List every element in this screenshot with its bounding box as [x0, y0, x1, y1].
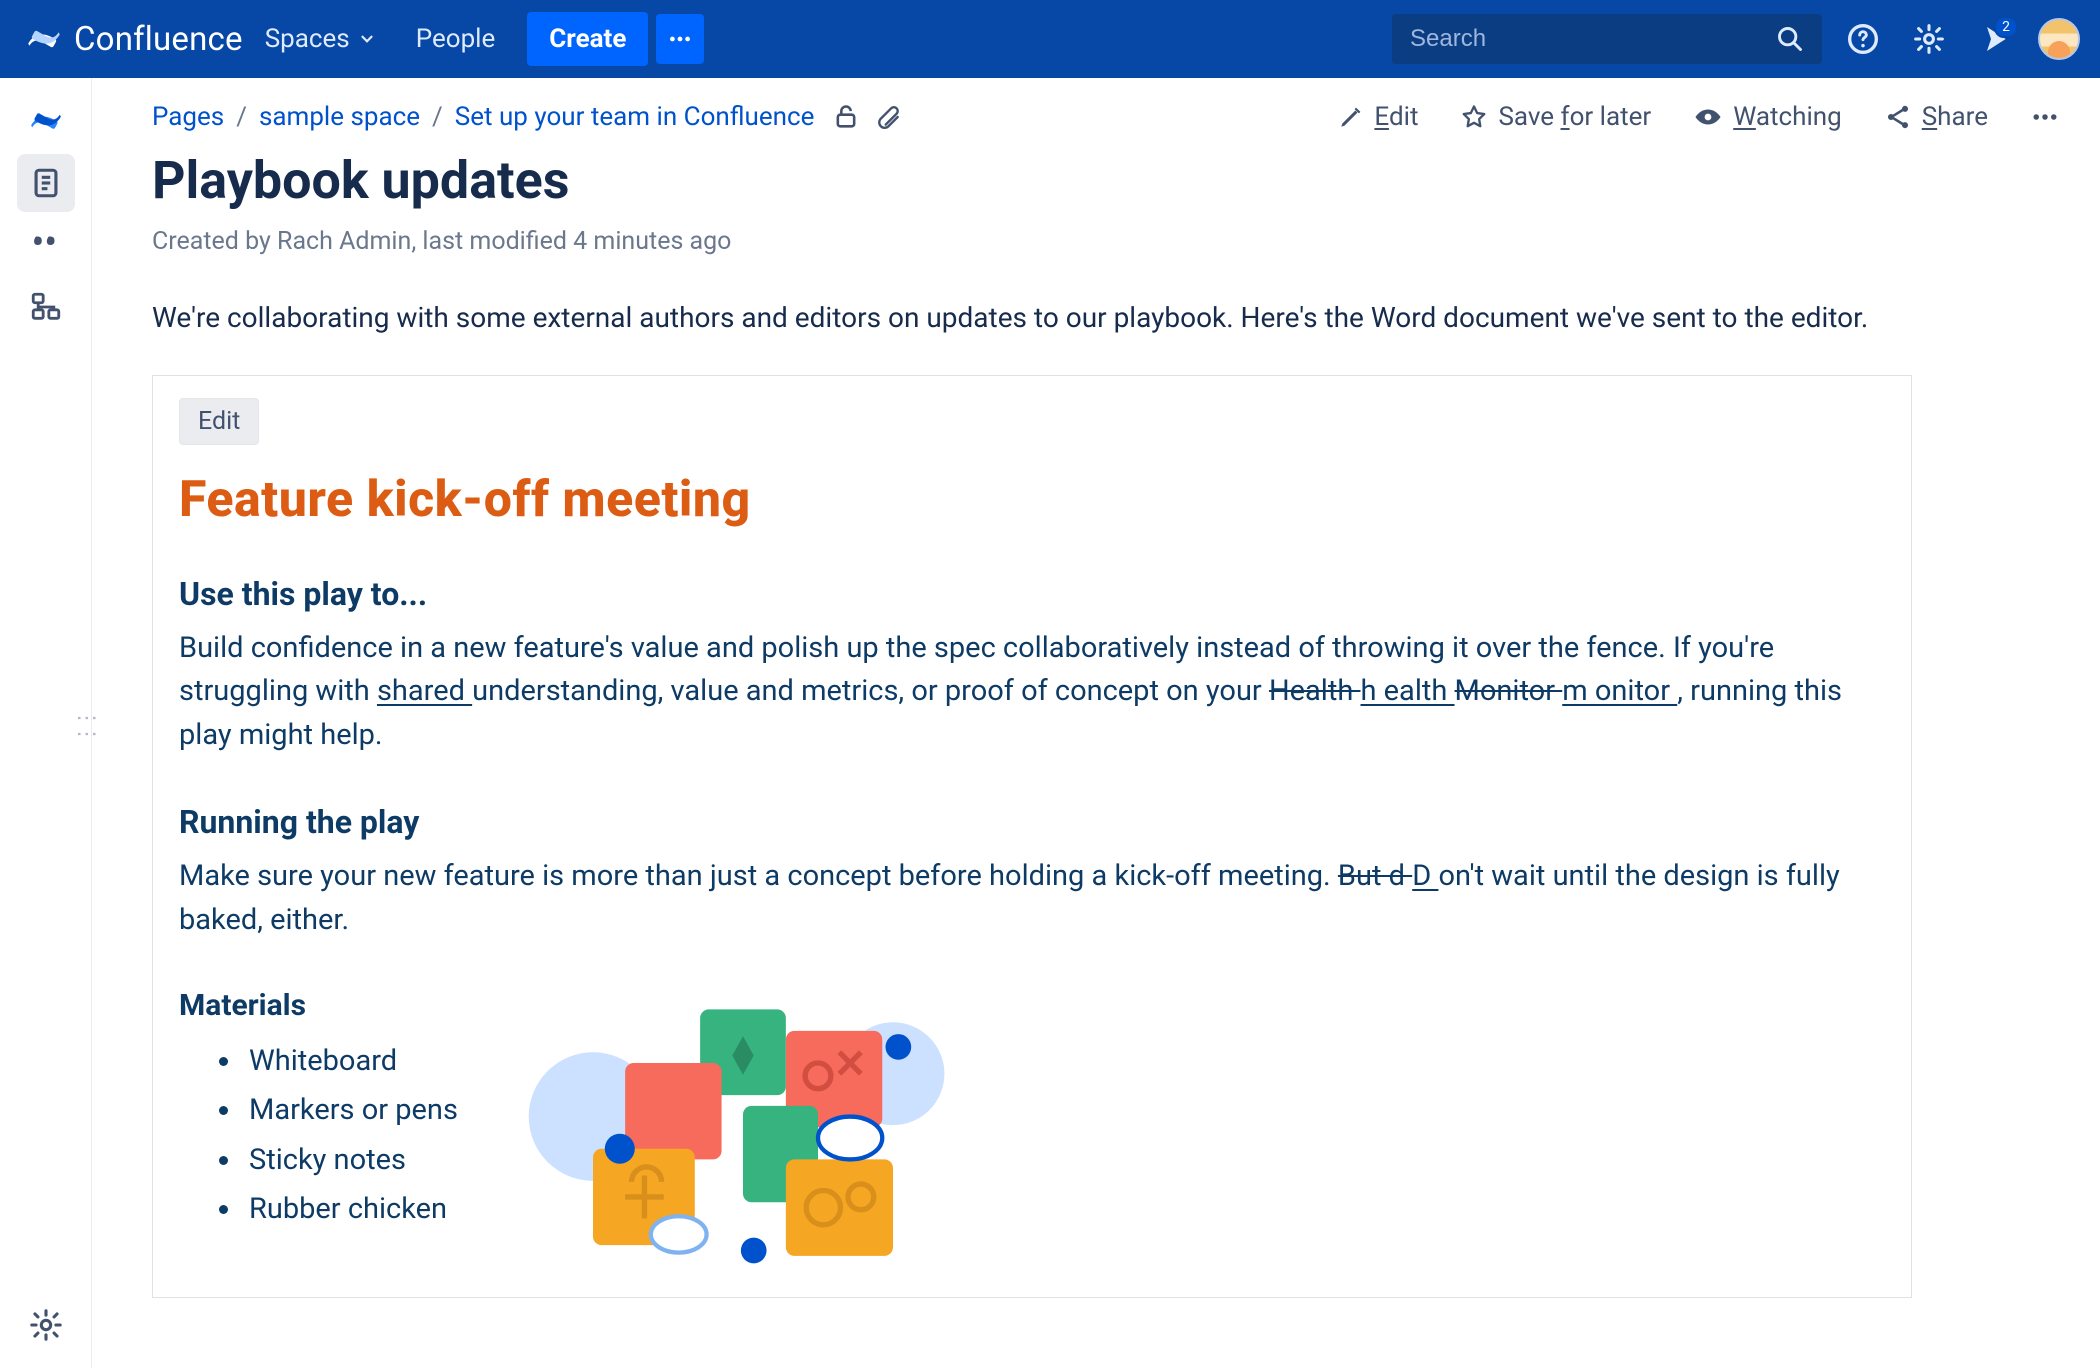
create-button[interactable]: Create	[527, 12, 648, 66]
doc-text: Make sure your new feature is more than …	[179, 859, 1338, 893]
search-input[interactable]	[1410, 25, 1776, 53]
help-button[interactable]	[1838, 14, 1888, 64]
office-edit-button[interactable]: Edit	[179, 398, 259, 445]
edit-label-rest: dit	[1389, 102, 1419, 132]
confluence-icon	[26, 21, 62, 57]
breadcrumb-separator: /	[236, 102, 247, 132]
doc-heading-materials: Materials	[179, 988, 458, 1023]
doc-deletion: But d	[1338, 859, 1412, 893]
breadcrumb-parent[interactable]: Set up your team in Confluence	[455, 102, 815, 132]
doc-text: understanding, value and metrics, or pro…	[472, 674, 1269, 708]
page-content: Pages / sample space / Set up your team …	[92, 78, 2100, 1368]
office-connector-panel: Edit Feature kick-off meeting Use this p…	[152, 375, 1912, 1298]
doc-heading-1: Feature kick-off meeting	[179, 471, 1885, 529]
nav-people-label: People	[416, 24, 496, 54]
doc-insertion: h ealth	[1361, 674, 1455, 708]
notifications-button[interactable]: 2	[1970, 14, 2020, 64]
create-more-button[interactable]	[656, 14, 704, 64]
attachments-icon[interactable]	[876, 104, 902, 130]
watching-action[interactable]: Watching	[1693, 102, 1842, 132]
doc-deletion: Monitor	[1455, 674, 1563, 708]
space-sidebar: ⋮⋮	[0, 78, 92, 1368]
share-label-u: S	[1922, 102, 1937, 132]
help-icon	[1847, 23, 1879, 55]
doc-paragraph-running: Make sure your new feature is more than …	[179, 855, 1885, 942]
doc-insertion: shared	[377, 674, 472, 708]
edit-label-u: E	[1374, 102, 1389, 132]
gear-icon	[1913, 23, 1945, 55]
save-for-later-action[interactable]: Save for later	[1460, 102, 1651, 132]
edit-action[interactable]: Edit	[1338, 102, 1418, 132]
breadcrumb-separator: /	[432, 102, 443, 132]
doc-illustration	[518, 988, 1885, 1267]
breadcrumb-pages[interactable]: Pages	[152, 102, 224, 132]
materials-list: Whiteboard Markers or pens Sticky notes …	[179, 1037, 458, 1234]
doc-insertion: D	[1412, 859, 1438, 893]
confluence-mini-icon	[29, 104, 63, 138]
doc-deletion: Health	[1269, 674, 1361, 708]
brand-name: Confluence	[74, 20, 243, 59]
page-icon	[29, 166, 63, 200]
nav-spaces-label: Spaces	[265, 24, 350, 54]
nav-people[interactable]: People	[398, 24, 514, 54]
share-action[interactable]: Share	[1884, 102, 1988, 132]
sidebar-page-tree[interactable]	[17, 278, 75, 336]
chevron-down-icon	[358, 30, 376, 48]
nav-spaces[interactable]: Spaces	[247, 24, 394, 54]
page-intro: We're collaborating with some external a…	[152, 298, 1872, 339]
restrictions-icon[interactable]	[832, 103, 860, 131]
profile-avatar[interactable]	[2038, 18, 2080, 60]
list-item: Whiteboard	[243, 1037, 458, 1086]
page-byline: Created by Rach Admin, last modified 4 m…	[152, 227, 2060, 256]
global-nav: Confluence Spaces People Create 2	[0, 0, 2100, 78]
eye-icon	[1693, 102, 1723, 132]
list-item: Rubber chicken	[243, 1185, 458, 1234]
watch-label-rest: atching	[1756, 102, 1842, 132]
doc-paragraph-use: Build confidence in a new feature's valu…	[179, 627, 1885, 758]
watch-label-u: W	[1733, 102, 1756, 132]
gear-icon	[29, 1308, 63, 1342]
page-more-actions[interactable]	[2030, 102, 2060, 132]
save-label-b: or later	[1570, 102, 1652, 132]
search-icon	[1776, 25, 1804, 53]
quote-icon	[29, 228, 63, 262]
breadcrumb: Pages / sample space / Set up your team …	[152, 102, 814, 132]
page-title: Playbook updates	[152, 150, 2060, 211]
doc-heading-running: Running the play	[179, 803, 1885, 841]
save-label-u: f	[1561, 102, 1570, 132]
list-item: Markers or pens	[243, 1086, 458, 1135]
list-item: Sticky notes	[243, 1136, 458, 1185]
sidebar-space-settings[interactable]	[17, 1296, 75, 1354]
sidebar-resize-handle[interactable]: ⋮⋮	[74, 707, 99, 739]
sidebar-space-home[interactable]	[17, 92, 75, 150]
notifications-badge: 2	[1994, 16, 2018, 38]
save-label-a: Save	[1498, 102, 1560, 132]
breadcrumb-space[interactable]: sample space	[259, 102, 420, 132]
doc-heading-use: Use this play to...	[179, 575, 1885, 613]
doc-insertion: m onitor	[1562, 674, 1677, 708]
pencil-icon	[1338, 104, 1364, 130]
sidebar-blog[interactable]	[17, 216, 75, 274]
tree-icon	[29, 290, 63, 324]
create-button-label: Create	[549, 24, 626, 54]
ellipsis-icon	[2030, 102, 2060, 132]
sidebar-pages[interactable]	[17, 154, 75, 212]
page-actions: Edit Save for later Watching Share	[1338, 102, 2060, 132]
brand-logo[interactable]: Confluence	[26, 20, 243, 59]
share-label-rest: hare	[1937, 102, 1988, 132]
search-box[interactable]	[1392, 14, 1822, 64]
ellipsis-icon	[667, 26, 693, 52]
star-icon	[1460, 103, 1488, 131]
share-icon	[1884, 103, 1912, 131]
admin-settings-button[interactable]	[1904, 14, 1954, 64]
